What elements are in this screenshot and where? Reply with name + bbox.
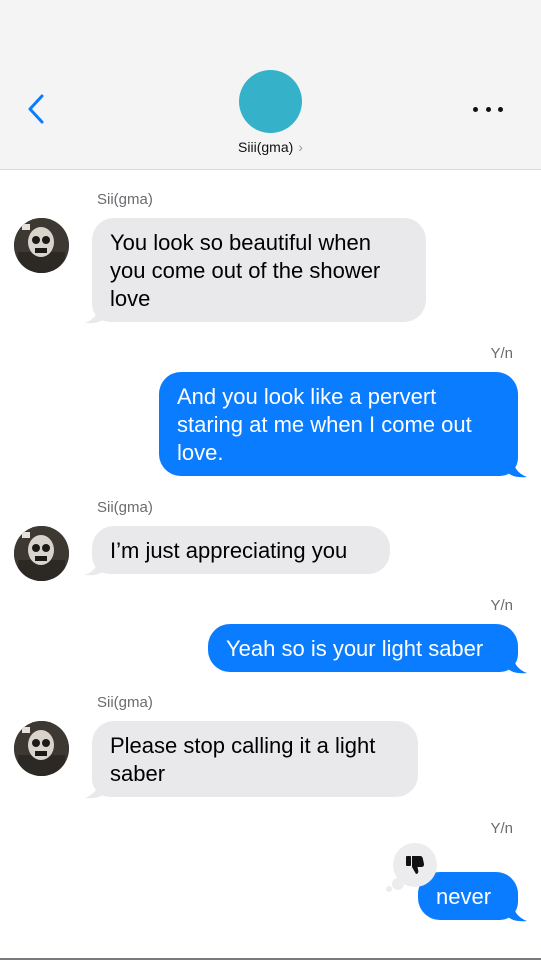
message-text: And you look like a pervert staring at m… (177, 384, 472, 465)
incoming-message[interactable]: You look so beautiful when you come out … (92, 218, 426, 322)
sender-name: Sii(gma) (97, 499, 153, 516)
message-text: Please stop calling it a light saber (110, 733, 376, 786)
skull-mask-icon (14, 218, 69, 273)
outgoing-message[interactable]: And you look like a pervert staring at m… (159, 372, 518, 476)
message-text: never (436, 884, 492, 909)
thumbs-down-icon (406, 856, 425, 874)
outgoing-message[interactable]: never (418, 872, 518, 920)
incoming-message[interactable]: I’m just appreciating you (92, 526, 390, 574)
avatar[interactable] (14, 526, 69, 581)
bubble-tail (507, 654, 527, 674)
sender-name: Y/n (490, 345, 513, 362)
bubble-tail (85, 304, 105, 324)
skull-mask-icon (14, 721, 69, 776)
chevron-right-icon: › (298, 139, 303, 155)
bubble-tail (85, 556, 105, 576)
message-text: Yeah so is your light saber (226, 636, 484, 661)
ellipsis-dot (498, 106, 503, 112)
skull-mask-icon (14, 526, 69, 581)
sender-name: Y/n (490, 820, 513, 837)
more-options-button[interactable] (470, 100, 506, 118)
reaction-bubble-tail (386, 886, 392, 892)
outgoing-message[interactable]: Yeah so is your light saber (208, 624, 518, 672)
sender-name: Sii(gma) (97, 694, 153, 711)
bubble-tail (507, 902, 527, 922)
sender-name: Y/n (490, 597, 513, 614)
message-text: I’m just appreciating you (110, 538, 348, 563)
incoming-message[interactable]: Please stop calling it a light saber (92, 721, 418, 797)
message-reaction[interactable] (393, 843, 437, 887)
avatar[interactable] (14, 721, 69, 776)
bubble-tail (507, 458, 527, 478)
message-text: You look so beautiful when you come out … (110, 230, 381, 311)
ellipsis-dot (485, 106, 491, 112)
chevron-left-icon (28, 94, 44, 124)
contact-avatar[interactable] (239, 70, 302, 133)
avatar[interactable] (14, 218, 69, 273)
conversation-header: Siii(gma) › (0, 0, 541, 170)
bubble-tail (85, 779, 105, 799)
sender-name: Sii(gma) (97, 191, 153, 208)
ellipsis-icon (473, 106, 478, 112)
contact-name[interactable]: Siii(gma) (238, 139, 293, 155)
back-button[interactable] (22, 90, 58, 130)
contact-name-row[interactable]: Siii(gma) › (0, 139, 541, 155)
